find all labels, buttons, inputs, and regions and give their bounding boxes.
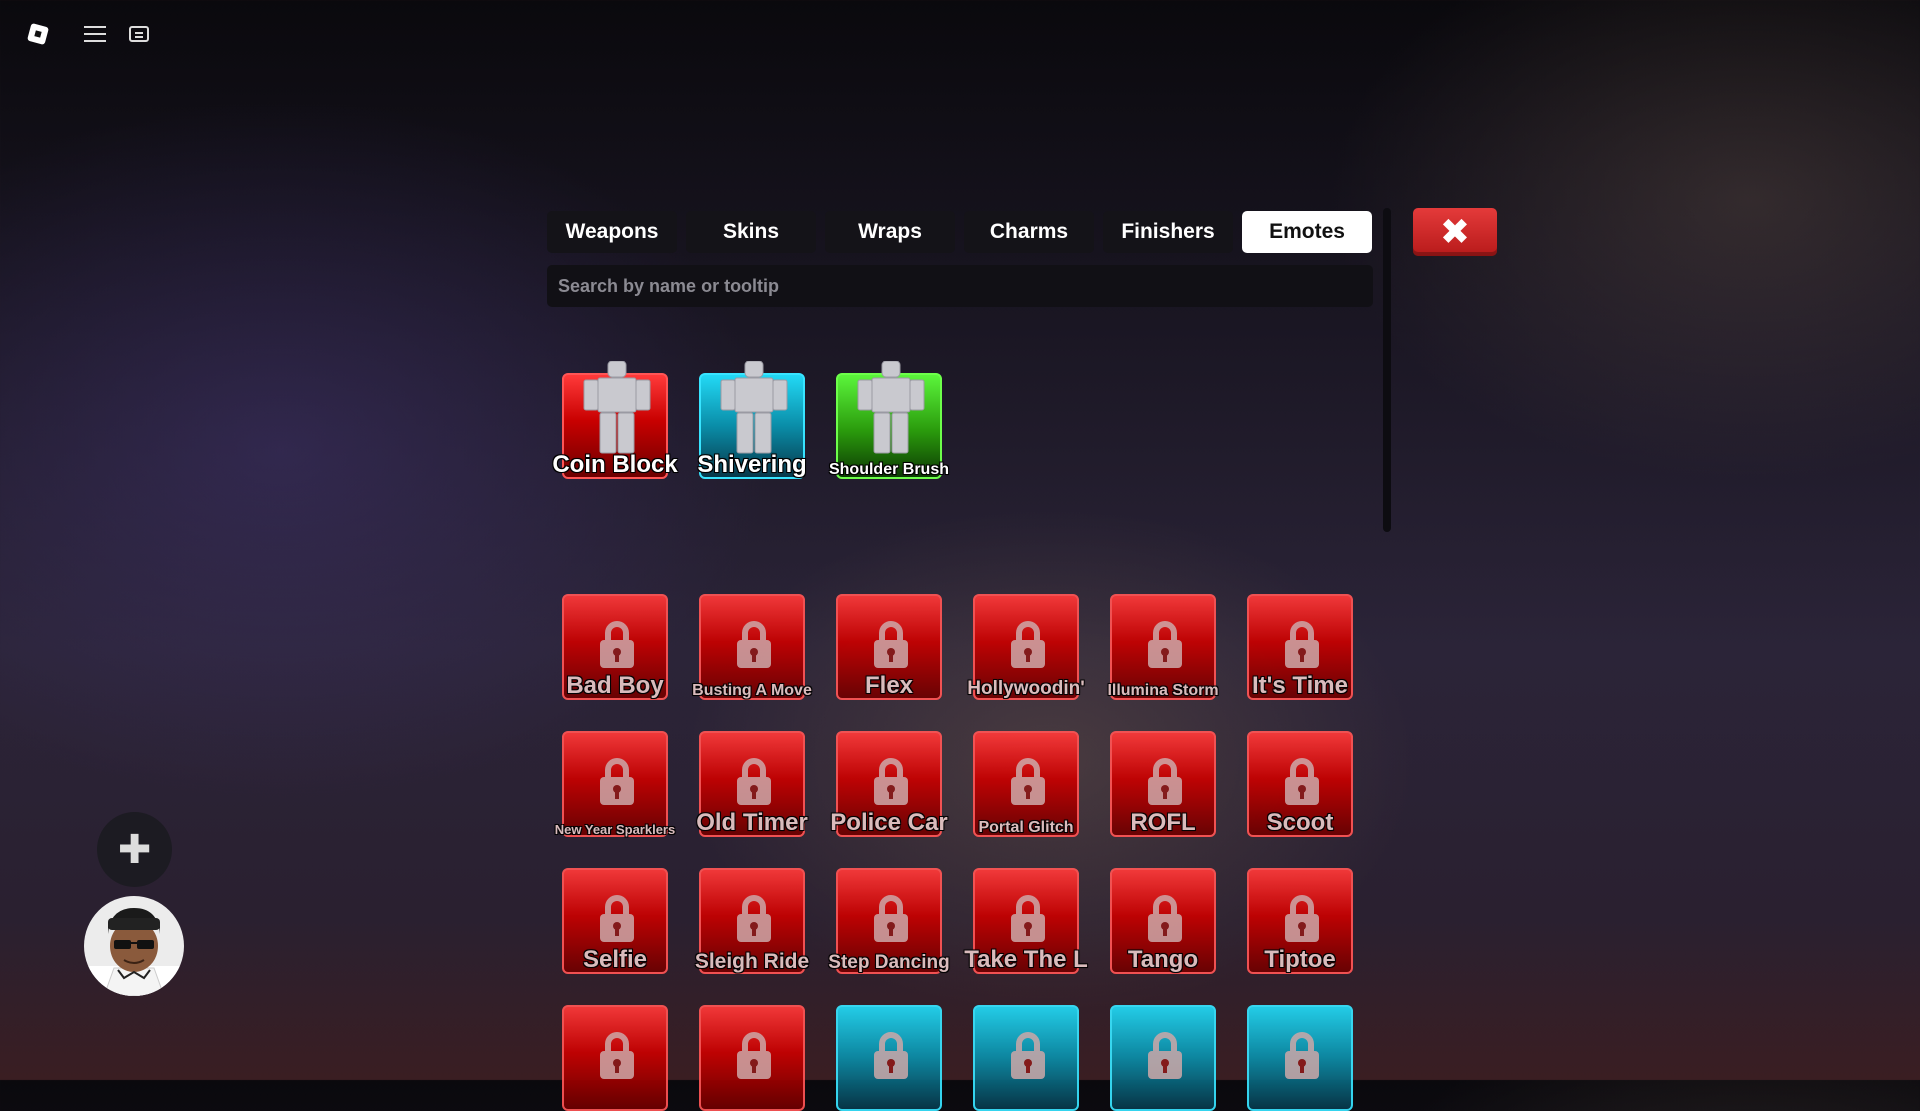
equipped-emote-shivering[interactable]: Shivering [697,360,807,479]
lock-icon [1277,755,1327,809]
emote-tile-sleigh-ride[interactable]: Sleigh Ride [695,868,809,974]
hamburger-menu-icon[interactable] [80,18,110,50]
tab-charms[interactable]: Charms [964,211,1094,253]
emote-tile-unlabeled[interactable] [1247,1005,1353,1111]
emote-label: ROFL [1130,809,1196,836]
emote-tile-scoot[interactable]: Scoot [1247,731,1353,837]
emote-label: Tango [1127,946,1199,973]
emote-label: Shivering [697,451,807,478]
avatar-figure-icon [848,360,934,461]
emote-tile-portal-glitch[interactable]: Portal Glitch [973,731,1079,837]
emote-tile-it-s-time[interactable]: It's Time [1247,594,1353,700]
search-input[interactable] [547,265,1373,307]
lock-icon [729,1029,779,1083]
emote-tile-new-year-sparklers[interactable]: New Year Sparklers [555,731,675,837]
lock-icon [592,755,642,809]
emote-label: Scoot [1266,809,1334,836]
emote-label: Busting A Move [692,682,812,699]
emote-tile-rofl[interactable]: ROFL [1110,731,1216,837]
avatar-figure-icon [711,360,797,461]
equipped-emote-shoulder-brush[interactable]: Shoulder Brush [829,360,949,479]
chat-icon[interactable] [124,18,154,50]
add-button[interactable]: ✚ [97,812,172,887]
lock-icon [866,755,916,809]
lock-icon [729,892,779,946]
emote-label: Illumina Storm [1107,682,1219,699]
emote-tile-illumina-storm[interactable]: Illumina Storm [1107,594,1219,700]
emote-label: Hollywoodin' [967,678,1085,699]
emote-label: Old Timer [696,809,808,836]
lock-icon [1003,755,1053,809]
roblox-logo-icon[interactable] [26,18,50,50]
emote-label: Take The L [964,946,1088,973]
lock-icon [592,1029,642,1083]
lock-icon [866,1029,916,1083]
emote-tile-unlabeled[interactable] [973,1005,1079,1111]
avatar-figure-icon [574,360,660,461]
emote-label: Step Dancing [828,952,950,973]
lock-icon [1003,1029,1053,1083]
player-avatar-icon[interactable] [84,896,184,996]
emote-label: Police Car [830,809,948,836]
lock-icon [1140,755,1190,809]
lock-icon [592,618,642,672]
emote-tile-selfie[interactable]: Selfie [562,868,668,974]
lock-icon [1277,618,1327,672]
emote-label: New Year Sparklers [554,822,676,837]
emote-tile-unlabeled[interactable] [562,1005,668,1111]
emote-label: Tiptoe [1264,946,1336,973]
tab-skins[interactable]: Skins [686,211,816,253]
emote-label: It's Time [1252,672,1348,699]
lock-icon [1003,892,1053,946]
lock-icon [866,618,916,672]
emote-label: Sleigh Ride [694,950,810,973]
tab-weapons[interactable]: Weapons [547,211,677,253]
lock-icon [1277,892,1327,946]
emote-tile-step-dancing[interactable]: Step Dancing [828,868,950,974]
emote-tile-unlabeled[interactable] [699,1005,805,1111]
scrollbar[interactable] [1383,208,1391,532]
emote-label: Coin Block [552,451,678,478]
tab-finishers[interactable]: Finishers [1103,211,1233,253]
lock-icon [1277,1029,1327,1083]
emote-tile-old-timer[interactable]: Old Timer [696,731,808,837]
emote-label: Portal Glitch [978,819,1074,836]
emote-tile-flex[interactable]: Flex [836,594,942,700]
lock-icon [1003,618,1053,672]
plus-icon: ✚ [117,826,152,873]
emote-tile-unlabeled[interactable] [836,1005,942,1111]
lock-icon [1140,618,1190,672]
close-x-icon: ✖ [1439,211,1471,253]
lock-icon [1140,1029,1190,1083]
lock-icon [729,618,779,672]
emote-tile-busting-a-move[interactable]: Busting A Move [692,594,812,700]
emote-tile-tiptoe[interactable]: Tiptoe [1247,868,1353,974]
emote-tile-police-car[interactable]: Police Car [830,731,948,837]
emote-tile-bad-boy[interactable]: Bad Boy [562,594,668,700]
emote-tile-unlabeled[interactable] [1110,1005,1216,1111]
tab-wraps[interactable]: Wraps [825,211,955,253]
lock-icon [729,755,779,809]
tab-emotes[interactable]: Emotes [1242,211,1372,253]
lock-icon [592,892,642,946]
emote-tile-hollywoodin[interactable]: Hollywoodin' [967,594,1085,700]
search-bar [547,265,1373,307]
lock-icon [866,892,916,946]
emote-label: Flex [864,672,914,699]
emote-tile-take-the-l[interactable]: Take The L [964,868,1088,974]
emote-label: Bad Boy [566,672,664,699]
lock-icon [1140,892,1190,946]
emote-label: Shoulder Brush [828,461,949,478]
category-tabs: Weapons Skins Wraps Charms Finishers Emo… [547,211,1372,253]
close-button[interactable]: ✖ [1413,208,1497,256]
emote-tile-tango[interactable]: Tango [1110,868,1216,974]
equipped-emote-coin-block[interactable]: Coin Block [552,360,678,479]
emote-label: Selfie [582,946,648,973]
